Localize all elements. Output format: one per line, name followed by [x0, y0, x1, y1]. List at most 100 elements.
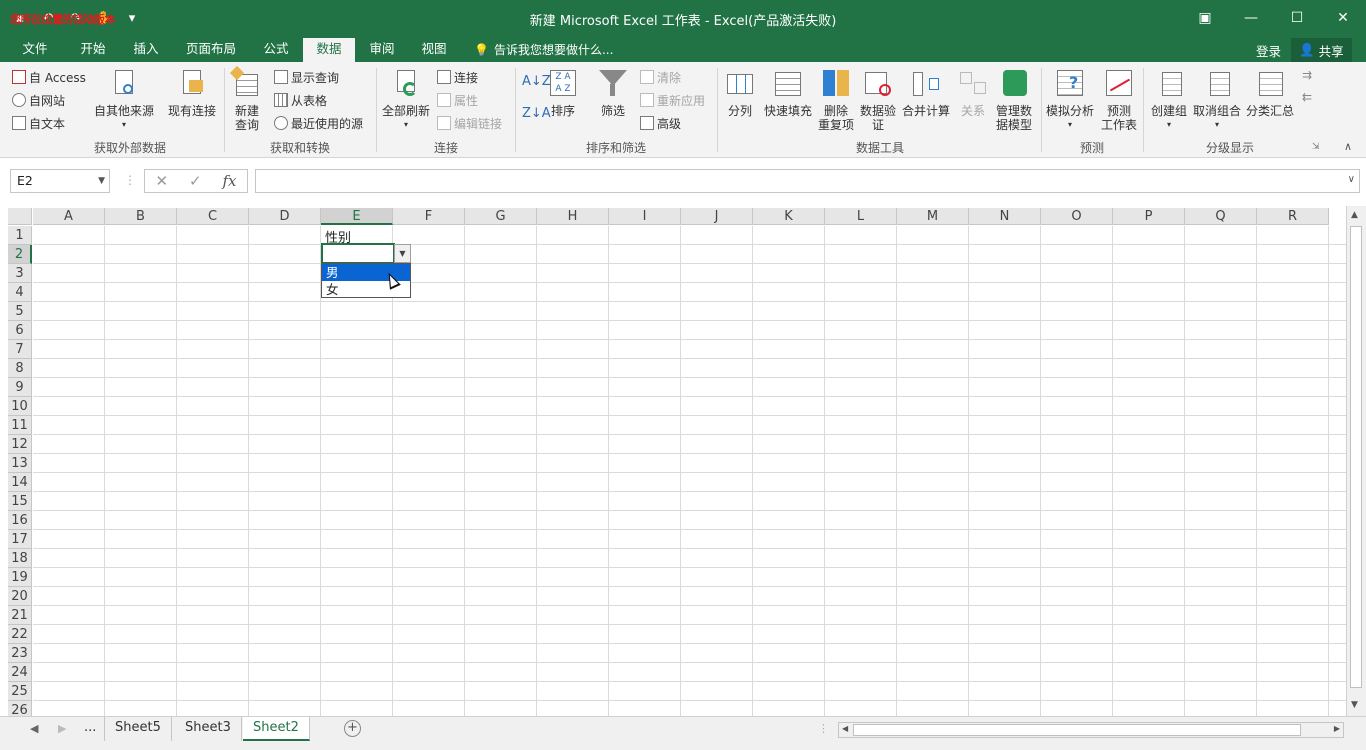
column-header-m[interactable]: M — [897, 208, 969, 225]
edit-links-button[interactable]: 编辑链接 — [437, 113, 502, 133]
scroll-down-icon[interactable]: ▼ — [1351, 700, 1358, 710]
sheet-tab-sheet5[interactable]: Sheet5 — [104, 717, 172, 741]
more-sheets-ellipsis[interactable]: ... — [84, 720, 96, 735]
add-sheet-button[interactable]: + — [344, 720, 361, 737]
close-button[interactable]: ✕ — [1320, 0, 1366, 36]
tab-insert[interactable]: 插入 — [120, 38, 172, 62]
column-header-e[interactable]: E — [321, 208, 393, 225]
advanced-filter-button[interactable]: 高级 — [640, 113, 681, 133]
column-header-h[interactable]: H — [537, 208, 609, 225]
cells-area[interactable] — [33, 226, 1346, 716]
scroll-left-icon[interactable]: ◀ — [842, 724, 848, 733]
column-header-j[interactable]: J — [681, 208, 753, 225]
from-access-button[interactable]: 自 Access — [12, 67, 86, 87]
flash-fill-button[interactable]: 快速填充 — [764, 68, 812, 118]
tab-review[interactable]: 审阅 — [356, 38, 408, 62]
reapply-button[interactable]: 重新应用 — [640, 90, 705, 110]
row-header-2[interactable]: 2 — [8, 245, 32, 264]
show-detail-icon[interactable]: ⇉ — [1302, 68, 1312, 82]
row-header-14[interactable]: 14 — [8, 473, 32, 492]
group-button[interactable]: 创建组 ▾ — [1151, 68, 1187, 132]
row-header-21[interactable]: 21 — [8, 606, 32, 625]
what-if-analysis-button[interactable]: ? 模拟分析 ▾ — [1046, 68, 1094, 132]
dialog-launcher-icon[interactable]: ⇲ — [1312, 142, 1320, 152]
column-header-p[interactable]: P — [1113, 208, 1185, 225]
row-header-13[interactable]: 13 — [8, 454, 32, 473]
hide-detail-icon[interactable]: ⇇ — [1302, 90, 1312, 104]
sort-descending-icon[interactable]: Z↓A — [522, 106, 551, 121]
column-header-d[interactable]: D — [249, 208, 321, 225]
column-header-n[interactable]: N — [969, 208, 1041, 225]
prev-sheet-icon[interactable]: ◀ — [30, 722, 38, 735]
new-query-button[interactable]: 新建 查询 — [229, 65, 262, 132]
row-header-10[interactable]: 10 — [8, 397, 32, 416]
validation-dropdown-button[interactable]: ▼ — [394, 244, 411, 263]
data-validation-button[interactable]: 数据验 证 — [860, 68, 896, 132]
row-header-17[interactable]: 17 — [8, 530, 32, 549]
row-header-23[interactable]: 23 — [8, 644, 32, 663]
column-header-c[interactable]: C — [177, 208, 249, 225]
active-cell-e2[interactable] — [321, 243, 395, 264]
horizontal-scroll-thumb[interactable] — [853, 724, 1301, 736]
row-header-25[interactable]: 25 — [8, 682, 32, 701]
text-to-columns-button[interactable]: 分列 — [725, 68, 755, 118]
consolidate-button[interactable]: 合并计算 — [902, 68, 950, 118]
tab-home[interactable]: 开始 — [66, 38, 120, 62]
sort-ascending-icon[interactable]: A↓Z — [522, 74, 551, 89]
connections-button[interactable]: 连接 — [437, 67, 478, 87]
refresh-all-button[interactable]: 全部刷新 ▾ — [382, 68, 430, 132]
row-header-20[interactable]: 20 — [8, 587, 32, 606]
subtotal-button[interactable]: 分类汇总 — [1246, 68, 1294, 118]
sign-in-link[interactable]: 登录 — [1256, 41, 1281, 60]
column-header-g[interactable]: G — [465, 208, 537, 225]
row-header-7[interactable]: 7 — [8, 340, 32, 359]
row-header-1[interactable]: 1 — [8, 226, 32, 245]
clear-filter-button[interactable]: 清除 — [640, 67, 681, 87]
from-web-button[interactable]: 自网站 — [12, 90, 65, 110]
recent-sources-button[interactable]: 最近使用的源 — [274, 113, 363, 133]
row-header-19[interactable]: 19 — [8, 568, 32, 587]
scroll-up-icon[interactable]: ▲ — [1351, 210, 1358, 220]
sheet-tab-sheet3[interactable]: Sheet3 — [175, 717, 242, 741]
tab-data[interactable]: 数据 — [303, 38, 355, 62]
manage-data-model-button[interactable]: 管理数 据模型 — [996, 68, 1032, 132]
row-header-9[interactable]: 9 — [8, 378, 32, 397]
collapse-ribbon-icon[interactable]: ∧ — [1344, 140, 1352, 153]
properties-button[interactable]: 属性 — [437, 90, 478, 110]
column-header-l[interactable]: L — [825, 208, 897, 225]
tab-splitter[interactable]: ⋮ — [818, 722, 829, 735]
forecast-sheet-button[interactable]: 预测 工作表 — [1101, 68, 1137, 132]
relationships-button[interactable]: 关系 — [958, 68, 988, 118]
next-sheet-icon[interactable]: ▶ — [58, 722, 66, 735]
column-header-q[interactable]: Q — [1185, 208, 1257, 225]
expand-formula-bar-icon[interactable]: ∨ — [1348, 174, 1355, 185]
select-all-corner[interactable] — [8, 208, 32, 225]
column-header-f[interactable]: F — [393, 208, 465, 225]
chevron-down-icon[interactable]: ▼ — [98, 170, 105, 192]
column-header-i[interactable]: I — [609, 208, 681, 225]
row-header-12[interactable]: 12 — [8, 435, 32, 454]
sort-button[interactable]: Z AA Z 排序 — [548, 68, 578, 118]
name-box[interactable]: E2 ▼ — [10, 169, 110, 193]
formula-bar-splitter[interactable]: ⋮ — [124, 173, 136, 187]
vertical-scrollbar[interactable]: ▲ ▼ — [1346, 206, 1366, 716]
column-header-r[interactable]: R — [1257, 208, 1329, 225]
from-table-button[interactable]: 从表格 — [274, 90, 327, 110]
enter-icon[interactable]: ✓ — [189, 172, 202, 190]
share-button[interactable]: 👤 共享 — [1291, 38, 1352, 62]
horizontal-scrollbar[interactable]: ◀ ▶ — [838, 722, 1344, 738]
row-header-4[interactable]: 4 — [8, 283, 32, 302]
tab-page-layout[interactable]: 页面布局 — [176, 38, 246, 62]
row-header-22[interactable]: 22 — [8, 625, 32, 644]
row-header-5[interactable]: 5 — [8, 302, 32, 321]
column-header-b[interactable]: B — [105, 208, 177, 225]
row-header-11[interactable]: 11 — [8, 416, 32, 435]
row-header-6[interactable]: 6 — [8, 321, 32, 340]
remove-duplicates-button[interactable]: 删除 重复项 — [818, 68, 854, 132]
tab-file[interactable]: 文件 — [10, 38, 60, 62]
tab-formulas[interactable]: 公式 — [250, 38, 302, 62]
filter-button[interactable]: 筛选 — [598, 68, 628, 118]
row-header-18[interactable]: 18 — [8, 549, 32, 568]
from-text-button[interactable]: 自文本 — [12, 113, 65, 133]
row-header-15[interactable]: 15 — [8, 492, 32, 511]
